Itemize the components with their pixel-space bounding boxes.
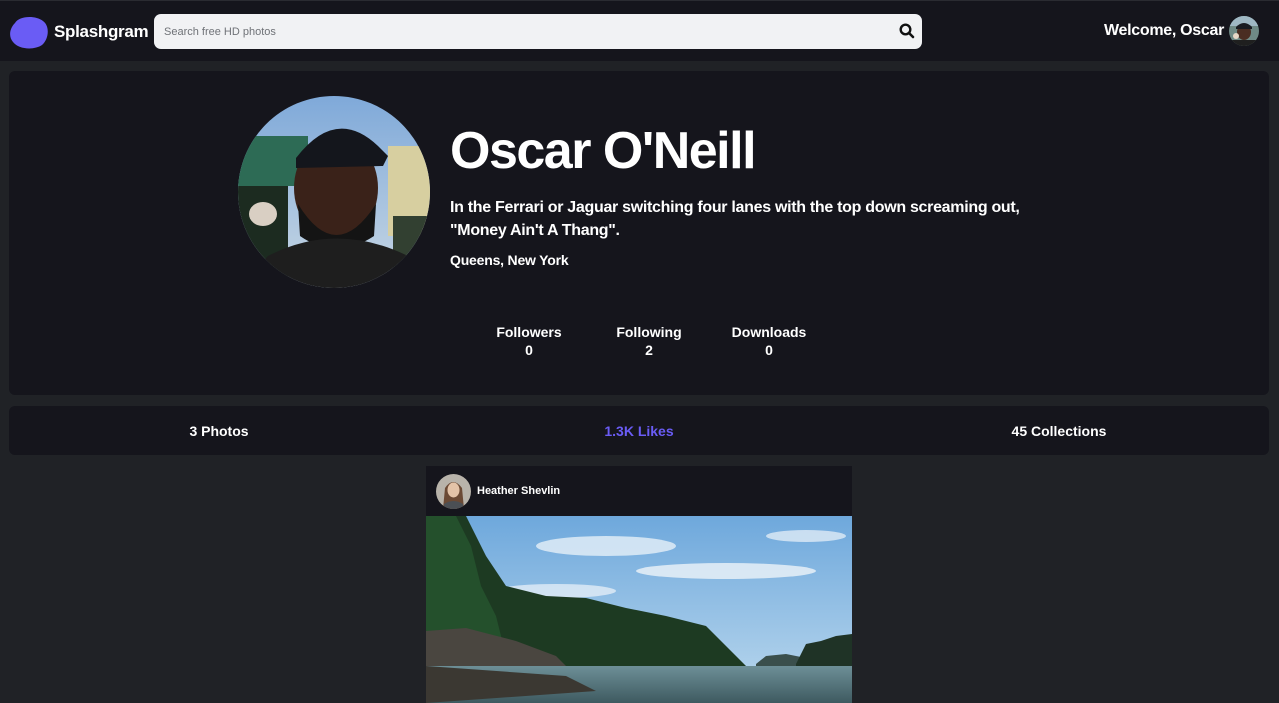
user-menu[interactable]: Welcome, Oscar: [1104, 16, 1259, 46]
tab-collections[interactable]: 45 Collections: [849, 406, 1269, 455]
profile-card: Oscar O'Neill In the Ferrari or Jaguar s…: [9, 71, 1269, 395]
author-name[interactable]: Heather Shevlin: [477, 485, 560, 497]
stat-following[interactable]: Following 2: [589, 323, 709, 359]
stat-label: Downloads: [731, 324, 807, 340]
author-avatar[interactable]: [436, 473, 471, 509]
user-avatar[interactable]: [1229, 16, 1259, 46]
stat-downloads[interactable]: Downloads 0: [709, 323, 829, 359]
stat-value: 2: [645, 342, 653, 358]
logo-icon: [10, 17, 48, 49]
tab-photos[interactable]: 3 Photos: [9, 406, 429, 455]
photo-image[interactable]: [426, 516, 852, 703]
profile-bio: In the Ferrari or Jaguar switching four …: [450, 199, 1020, 239]
stat-value: 0: [765, 342, 773, 358]
logo[interactable]: Splashgram: [9, 15, 149, 49]
profile-location: Queens, New York: [450, 252, 569, 268]
profile-tabs: 3 Photos 1.3K Likes 45 Collections: [9, 406, 1269, 455]
tab-likes[interactable]: 1.3K Likes: [429, 406, 849, 455]
photo-card: Heather Shevlin: [426, 466, 852, 703]
stat-label: Following: [616, 324, 682, 340]
app-name: Splashgram: [54, 22, 149, 41]
profile-stats: Followers 0 Following 2 Downloads 0: [469, 323, 829, 359]
stat-followers[interactable]: Followers 0: [469, 323, 589, 359]
stat-value: 0: [525, 342, 533, 358]
profile-name: Oscar O'Neill: [450, 122, 757, 180]
photo-card-header: Heather Shevlin: [426, 466, 852, 516]
top-navbar: Splashgram Welcome, Oscar: [0, 0, 1279, 61]
profile-avatar: [238, 96, 430, 288]
welcome-text: Welcome, Oscar: [1103, 22, 1224, 39]
search-input[interactable]: [154, 14, 884, 49]
stat-label: Followers: [496, 324, 562, 340]
search-bar: [154, 14, 922, 49]
search-icon[interactable]: [898, 22, 916, 40]
